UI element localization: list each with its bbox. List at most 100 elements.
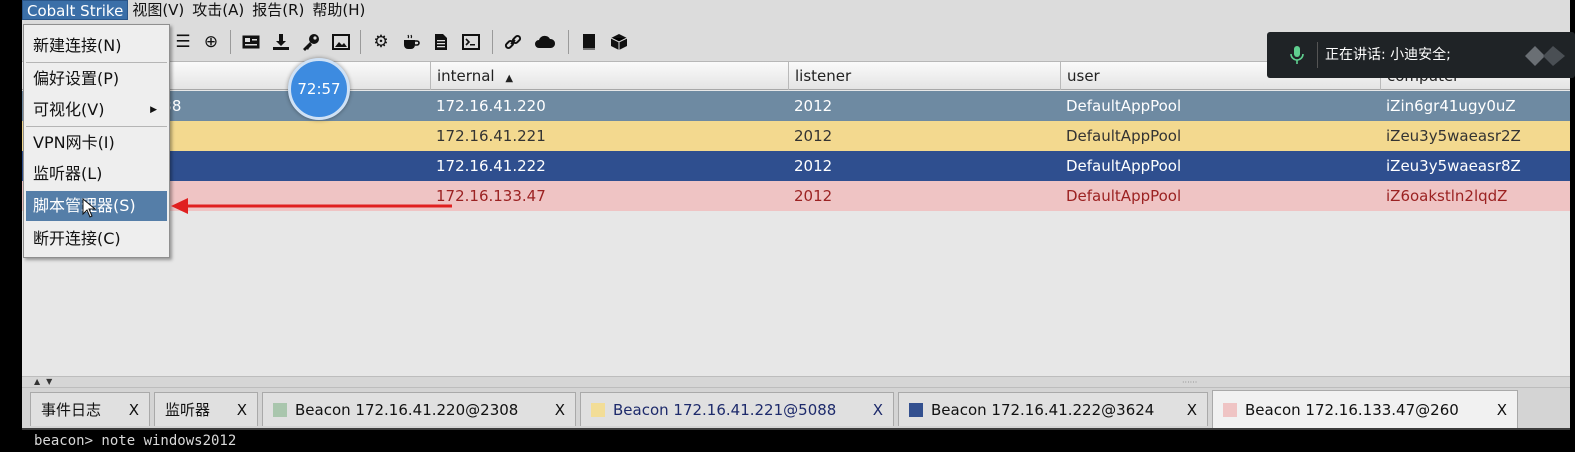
toolbar-separator	[492, 30, 493, 54]
toolbar-separator	[360, 30, 361, 54]
book-icon[interactable]	[578, 31, 600, 53]
close-icon[interactable]: X	[873, 401, 883, 419]
menu-separator	[26, 62, 167, 63]
cell-external: 37	[142, 151, 430, 181]
console-line: beacon> note windows2012	[34, 433, 237, 449]
cell-user: DefaultAppPool	[1066, 97, 1182, 115]
close-icon[interactable]: X	[237, 401, 247, 419]
cell-listener: 2012	[794, 157, 833, 175]
tab-label: Beacon 172.16.41.222@3624	[931, 400, 1155, 419]
menu-item-visualization[interactable]: 可视化(V) ▶	[26, 95, 167, 125]
tab-beacon-222[interactable]: Beacon 172.16.41.222@3624 X	[898, 392, 1208, 426]
tab-label: 监听器	[165, 401, 211, 419]
tab-listeners[interactable]: 监听器 X	[154, 392, 258, 426]
document-icon[interactable]	[430, 31, 452, 53]
close-icon[interactable]: X	[1497, 401, 1507, 419]
menu-attacks[interactable]: 攻击(A)	[188, 0, 248, 20]
menu-separator	[26, 126, 167, 127]
crosshair-icon[interactable]: ⊕	[200, 31, 222, 53]
tab-label: Beacon 172.16.133.47@260	[1245, 400, 1459, 419]
list-icon[interactable]: ☰	[172, 31, 194, 53]
cell-user: DefaultAppPool	[1066, 157, 1182, 175]
package-icon[interactable]	[608, 31, 630, 53]
close-icon[interactable]: X	[555, 401, 565, 419]
coffee-icon[interactable]	[400, 31, 422, 53]
toolbar-separator	[230, 30, 231, 54]
key-icon[interactable]	[300, 31, 322, 53]
beacon-color-swatch	[591, 402, 605, 417]
cobalt-strike-menu: 新建连接(N) 偏好设置(P) 可视化(V) ▶ VPN网卡(I) 监听器(L)…	[23, 24, 170, 258]
column-label: internal	[437, 67, 495, 85]
menu-cobalt-strike[interactable]: Cobalt Strike	[22, 0, 129, 20]
microphone-icon	[1290, 46, 1304, 64]
terminal-icon[interactable]	[460, 31, 482, 53]
cell-computer: iZ6oakstln2lqdZ	[1386, 187, 1508, 205]
table-row[interactable]: 42 172.16.41.221 2012 DefaultAppPool iZeu3y5…	[22, 121, 1570, 151]
cell-computer: iZin6gr41ugy0uZ	[1386, 97, 1516, 115]
beacon-color-swatch	[273, 402, 287, 417]
menu-item-label: 可视化(V)	[33, 100, 105, 119]
overlay-divider	[1317, 42, 1318, 68]
screen: Cobalt Strike 视图(V) 攻击(A) 报告(R) 帮助(H) ☰ …	[0, 0, 1575, 451]
close-icon[interactable]: X	[1187, 401, 1197, 419]
toolbar-separator	[568, 30, 569, 54]
gear-icon[interactable]: ⚙	[370, 31, 392, 53]
cell-external: 42	[142, 121, 430, 151]
close-icon[interactable]: X	[129, 401, 139, 419]
menu-reporting[interactable]: 报告(R)	[248, 0, 308, 20]
cell-computer: iZeu3y5waeasr8Z	[1386, 157, 1521, 175]
cell-user: DefaultAppPool	[1066, 187, 1182, 205]
collapse-arrows-icon[interactable]: ▲▼	[34, 377, 58, 387]
menu-bar: Cobalt Strike 视图(V) 攻击(A) 报告(R) 帮助(H)	[22, 0, 1570, 20]
beacon-color-swatch	[1223, 402, 1237, 417]
cell-internal: 172.16.41.220	[436, 97, 546, 115]
beacon-color-swatch	[909, 402, 923, 417]
tab-beacon-220[interactable]: Beacon 172.16.41.220@2308 X	[262, 392, 576, 426]
cell-user: DefaultAppPool	[1066, 127, 1182, 145]
card-icon[interactable]	[240, 31, 262, 53]
floating-timer[interactable]: 72:57	[288, 58, 350, 120]
tab-label: 事件日志	[41, 401, 102, 419]
menu-item-listeners[interactable]: 监听器(L)	[26, 159, 167, 189]
cell-internal: 172.16.41.221	[436, 127, 546, 145]
annotation-arrow-icon	[171, 198, 452, 214]
column-header-listener[interactable]: listener	[788, 62, 1060, 90]
cell-external: .238	[142, 91, 430, 121]
tab-label: Beacon 172.16.41.221@5088	[613, 400, 837, 419]
tab-beacon-133-47[interactable]: Beacon 172.16.133.47@260 X	[1212, 390, 1518, 428]
meeting-app-logo-icon	[1525, 46, 1565, 66]
link-icon[interactable]	[502, 31, 524, 53]
menu-help[interactable]: 帮助(H)	[308, 0, 369, 20]
speaking-indicator: 正在讲话: 小迪安全;	[1267, 32, 1575, 78]
tab-label: Beacon 172.16.41.220@2308	[295, 400, 519, 419]
cell-internal: 172.16.41.222	[436, 157, 546, 175]
menu-item-preferences[interactable]: 偏好设置(P)	[26, 64, 167, 94]
column-header-internal[interactable]: internal ▲	[430, 62, 788, 90]
speaking-text: 正在讲话: 小迪安全;	[1325, 47, 1451, 63]
sort-ascending-icon: ▲	[505, 73, 514, 84]
submenu-arrow-icon: ▶	[150, 105, 157, 115]
split-pane-divider[interactable]: ▲▼ ······	[22, 376, 1570, 388]
menu-view[interactable]: 视图(V)	[128, 0, 188, 20]
cell-computer: iZeu3y5waeasr2Z	[1386, 127, 1521, 145]
tab-beacon-221[interactable]: Beacon 172.16.41.221@5088 X	[580, 392, 894, 426]
tab-bar: 事件日志 X 监听器 X Beacon 172.16.41.220@2308 X…	[22, 388, 1570, 428]
cell-listener: 2012	[794, 187, 833, 205]
session-table: internal ▲ listener user computer .23817…	[22, 62, 1570, 376]
beacon-console[interactable]: beacon> note windows2012	[22, 428, 1570, 451]
cloud-icon[interactable]	[534, 31, 556, 53]
cell-listener: 2012	[794, 127, 833, 145]
drag-grip-icon[interactable]: ······	[1182, 378, 1197, 387]
mouse-cursor-icon	[82, 198, 97, 218]
download-icon[interactable]	[270, 31, 292, 53]
cell-internal: 172.16.133.47	[436, 187, 546, 205]
menu-item-disconnect[interactable]: 断开连接(C)	[26, 224, 167, 254]
table-row[interactable]: .238 172.16.41.220 2012 DefaultAppPool iZin6…	[22, 91, 1570, 121]
tab-event-log[interactable]: 事件日志 X	[30, 392, 150, 426]
menu-item-new-connection[interactable]: 新建连接(N)	[26, 31, 167, 61]
cell-listener: 2012	[794, 97, 833, 115]
image-icon[interactable]	[330, 31, 352, 53]
menu-item-vpn-interfaces[interactable]: VPN网卡(I)	[26, 128, 167, 158]
table-row[interactable]: 37 172.16.41.222 2012 DefaultAppPool iZeu3y5…	[22, 151, 1570, 181]
timer-value: 72:57	[297, 80, 341, 98]
